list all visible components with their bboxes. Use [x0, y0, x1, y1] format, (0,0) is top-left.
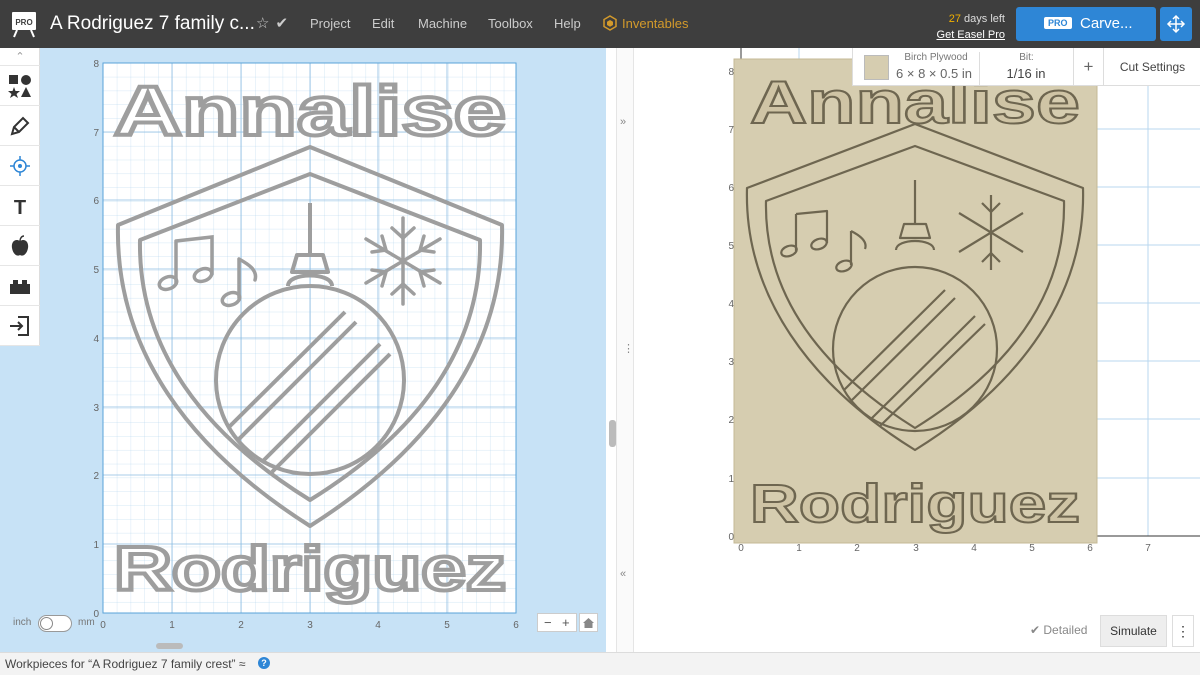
trial-days: 27 — [948, 13, 961, 25]
carve-preview[interactable]: 0 1 2 3 4 5 6 7 0 1 2 3 4 5 6 7 8 Annali… — [634, 48, 1200, 652]
target-tool[interactable] — [0, 146, 40, 186]
pro-badge: PRO — [1044, 17, 1072, 29]
apps-tool[interactable] — [0, 226, 40, 266]
x-tick: 0 — [100, 620, 106, 631]
carve-button[interactable]: PRO Carve... — [1016, 7, 1156, 41]
preview-grid: 0 1 2 3 4 5 6 7 0 1 2 3 4 5 6 7 8 Annali… — [728, 48, 1200, 554]
material-dimensions[interactable]: 6 × 8 × 0.5 in — [893, 66, 975, 81]
carved-rodriguez-text: Rodriguez — [750, 474, 1080, 534]
lego-icon — [10, 280, 30, 294]
shapes-icon — [8, 75, 31, 98]
annalise-text[interactable]: Annalise — [112, 70, 508, 152]
apple-icon — [11, 235, 29, 256]
collapse-preview-button[interactable]: « — [620, 568, 626, 580]
y-tick: 6 — [93, 196, 99, 207]
material-swatch[interactable] — [864, 55, 889, 80]
home-icon — [583, 618, 594, 628]
x-tick: 2 — [238, 620, 244, 631]
preview-x-tick: 1 — [796, 543, 802, 554]
preview-x-tick: 2 — [854, 543, 860, 554]
x-tick: 6 — [513, 620, 519, 631]
inventables-link[interactable]: Inventables — [622, 16, 689, 31]
preview-x-tick: 6 — [1087, 543, 1093, 554]
x-tick: 4 — [375, 620, 381, 631]
menu-toolbox[interactable]: Toolbox — [488, 16, 533, 31]
easel-pro-logo[interactable]: PRO — [11, 10, 37, 38]
rodriguez-text[interactable]: Rodriguez — [112, 533, 508, 606]
detailed-toggle[interactable]: ✔ Detailed — [1030, 623, 1087, 637]
import-tool[interactable] — [0, 306, 40, 346]
x-tick: 5 — [444, 620, 450, 631]
y-tick: 2 — [93, 471, 99, 482]
preview-x-tick: 5 — [1029, 543, 1035, 554]
unit-toggle[interactable] — [38, 615, 72, 632]
trial-status: 27 days left Get Easel Pro — [900, 11, 1005, 43]
left-toolbar: ⌃ T — [0, 48, 40, 346]
y-tick: 5 — [93, 265, 99, 276]
text-icon: T — [14, 197, 26, 218]
inventables-icon[interactable] — [603, 15, 617, 31]
menu-help[interactable]: Help — [554, 16, 581, 31]
more-options-button[interactable]: ⋮ — [1172, 615, 1194, 647]
expand-button[interactable] — [1160, 7, 1192, 41]
plywood-preview: Annalise Rodriguez — [733, 58, 1098, 544]
simulate-button[interactable]: Simulate — [1100, 615, 1167, 647]
panel-divider[interactable]: » ⋮ « — [616, 48, 634, 652]
document-title[interactable]: A Rodriguez 7 family c... — [50, 13, 255, 35]
collapse-toolbar-button[interactable]: ⌃ — [0, 48, 40, 66]
preview-x-tick: 3 — [913, 543, 919, 554]
target-icon — [10, 156, 30, 176]
cut-settings-button[interactable]: Cut Settings — [1103, 48, 1200, 86]
zoom-in-button[interactable]: + — [562, 615, 570, 630]
check-icon: ✔ — [275, 15, 289, 32]
horizontal-scrollbar[interactable] — [156, 643, 183, 649]
preview-x-tick: 4 — [971, 543, 977, 554]
text-tool-glyph: T — [14, 197, 26, 218]
menu-edit[interactable]: Edit — [372, 16, 394, 31]
import-icon — [10, 316, 29, 336]
divider-grip[interactable]: ⋮ — [623, 342, 634, 355]
parts-tool[interactable] — [0, 266, 40, 306]
expand-preview-button[interactable]: » — [620, 116, 626, 128]
workpieces-label[interactable]: Workpieces for “A Rodriguez 7 family cre… — [5, 657, 245, 671]
star-icon[interactable]: ☆ — [256, 15, 269, 32]
design-grid: 0 1 2 3 4 5 6 0 1 2 3 4 5 6 7 8 Annalise… — [93, 59, 519, 631]
material-name[interactable]: Birch Plywood — [897, 52, 975, 63]
pen-tool[interactable] — [0, 106, 40, 146]
unit-inch-label: inch — [13, 617, 32, 628]
home-view-button[interactable] — [579, 613, 598, 632]
y-tick: 3 — [93, 403, 99, 414]
pen-icon — [10, 116, 30, 136]
shapes-tool[interactable] — [0, 66, 40, 106]
carve-label: Carve... — [1080, 15, 1133, 32]
y-tick: 8 — [93, 59, 99, 70]
get-easel-pro-link[interactable]: Get Easel Pro — [900, 27, 1005, 43]
bit-value[interactable]: 1/16 in — [979, 66, 1073, 81]
vertical-scrollbar[interactable] — [609, 420, 616, 447]
preview-x-tick: 0 — [738, 543, 744, 554]
help-icon[interactable]: ? — [258, 657, 270, 669]
y-tick: 7 — [93, 128, 99, 139]
y-tick: 4 — [93, 334, 99, 345]
preview-x-tick: 7 — [1145, 543, 1151, 554]
menu-project[interactable]: Project — [310, 16, 350, 31]
top-bar: PRO A Rodriguez 7 family c... ☆ ✔ Project… — [0, 0, 1200, 48]
zoom-out-button[interactable]: − — [544, 615, 552, 630]
text-tool[interactable]: T — [0, 186, 40, 226]
y-tick: 1 — [93, 540, 99, 551]
add-bit-button[interactable]: + — [1073, 48, 1103, 86]
trial-suffix: days left — [960, 13, 1005, 25]
workpieces-footer[interactable]: Workpieces for “A Rodriguez 7 family cre… — [0, 652, 1200, 675]
x-tick: 3 — [307, 620, 313, 631]
unit-mm-label: mm — [78, 617, 95, 628]
design-canvas[interactable]: 0 1 2 3 4 5 6 0 1 2 3 4 5 6 7 8 Annalise… — [0, 48, 606, 652]
logo-text: PRO — [15, 18, 32, 27]
stock-settings-bar: Birch Plywood 6 × 8 × 0.5 in Bit: 1/16 i… — [852, 48, 1200, 86]
expand-arrows-icon — [1166, 14, 1186, 34]
x-tick: 1 — [169, 620, 175, 631]
zoom-control: − + — [537, 613, 577, 632]
menu-machine[interactable]: Machine — [418, 16, 467, 31]
